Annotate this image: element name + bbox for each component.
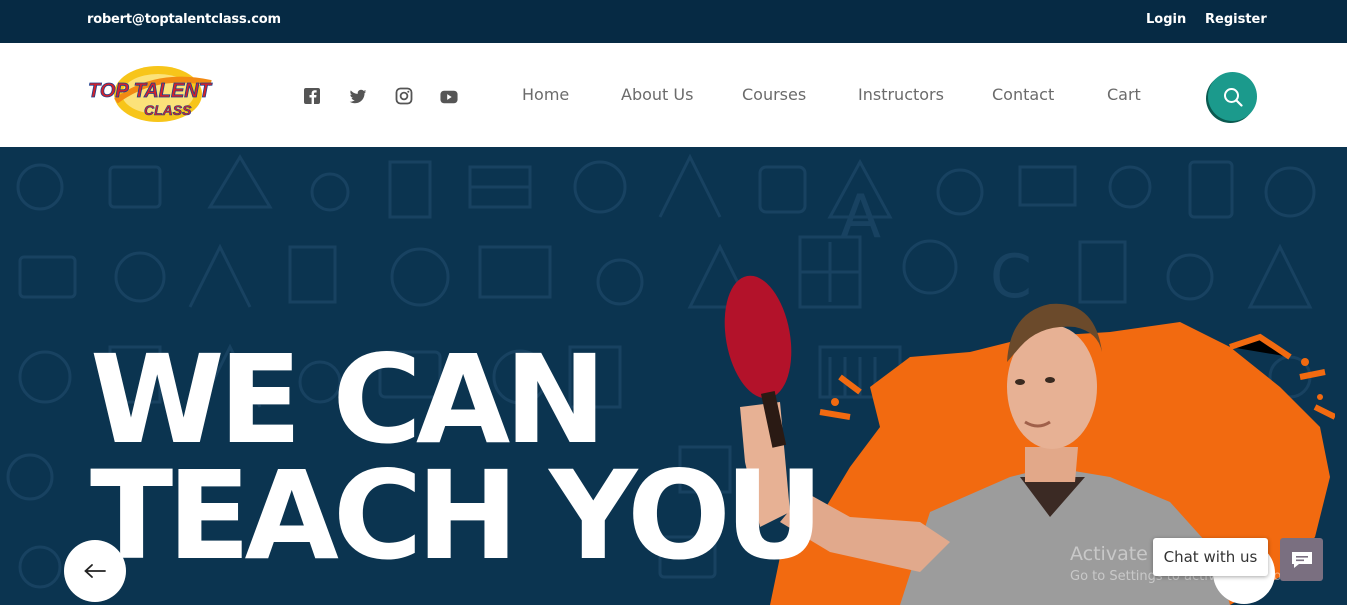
chat-label-text: Chat with us bbox=[1163, 548, 1258, 566]
youtube-icon[interactable] bbox=[440, 88, 458, 106]
main-header: TOP TALENT CLASS Home About Us Courses I… bbox=[0, 43, 1347, 147]
chat-bubble-icon bbox=[1291, 551, 1312, 568]
nav-courses[interactable]: Courses bbox=[742, 85, 806, 104]
logo-graphic: TOP TALENT CLASS bbox=[88, 66, 213, 122]
nav-cart[interactable]: Cart bbox=[1107, 85, 1141, 104]
nav-about-us[interactable]: About Us bbox=[621, 85, 693, 104]
contact-email[interactable]: robert@toptalentclass.com bbox=[87, 12, 281, 27]
chat-label[interactable]: Chat with us bbox=[1153, 538, 1268, 576]
facebook-icon[interactable] bbox=[303, 87, 321, 105]
hero-slider: C A WE CAN TEACH YOU Activate Go to Sett… bbox=[0, 147, 1347, 605]
hero-headline-line2: TEACH YOU bbox=[90, 445, 824, 587]
register-link[interactable]: Register bbox=[1205, 12, 1267, 27]
svg-text:A: A bbox=[840, 182, 881, 252]
nav-instructors[interactable]: Instructors bbox=[858, 85, 944, 104]
logo-text-top: TOP TALENT bbox=[88, 80, 213, 102]
site-logo[interactable]: TOP TALENT CLASS bbox=[86, 61, 216, 127]
hero-headline: WE CAN TEACH YOU bbox=[90, 329, 824, 587]
nav-contact[interactable]: Contact bbox=[992, 85, 1054, 104]
instagram-icon[interactable] bbox=[395, 87, 413, 105]
top-bar: robert@toptalentclass.com Login Register bbox=[0, 0, 1347, 43]
search-icon bbox=[1223, 87, 1243, 107]
slider-prev-button[interactable] bbox=[64, 540, 126, 602]
twitter-icon[interactable] bbox=[349, 88, 367, 106]
logo-text-bottom: CLASS bbox=[144, 102, 192, 118]
search-button[interactable] bbox=[1208, 72, 1257, 121]
chat-button[interactable] bbox=[1280, 538, 1323, 581]
hero-headline-line1: WE CAN bbox=[90, 329, 606, 471]
nav-home[interactable]: Home bbox=[522, 85, 569, 104]
login-link[interactable]: Login bbox=[1146, 12, 1186, 27]
arrow-left-icon bbox=[84, 564, 106, 578]
